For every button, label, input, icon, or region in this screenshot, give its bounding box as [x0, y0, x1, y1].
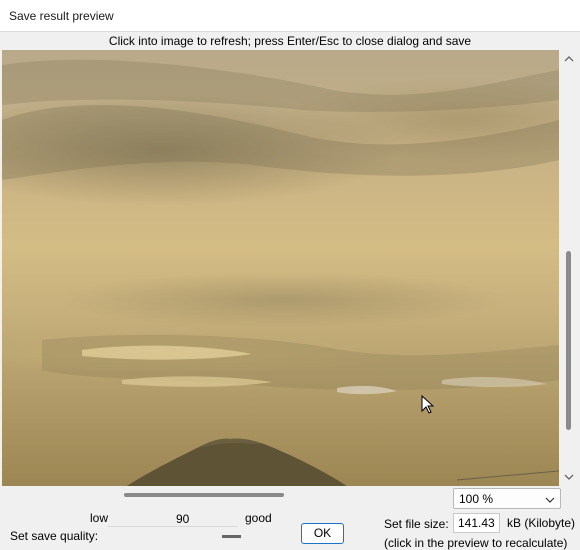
zoom-value: 100 %	[459, 492, 494, 506]
horizontal-scrollbar-thumb[interactable]	[124, 493, 284, 497]
image-preview[interactable]	[2, 50, 559, 486]
scrollbar-thumb[interactable]	[566, 251, 571, 430]
instruction-text: Click into image to refresh; press Enter…	[108, 34, 472, 48]
quality-slider-thumb[interactable]	[222, 535, 241, 538]
chevron-up-icon[interactable]	[560, 50, 578, 68]
file-size-note: (click in the preview to recalculate)	[384, 536, 568, 550]
file-size-label: Set file size:	[384, 517, 449, 531]
quality-low-label: low	[90, 511, 109, 525]
zoom-select[interactable]: 100 %	[453, 488, 561, 509]
quality-slider-track[interactable]	[108, 526, 238, 527]
window-title: Save result preview	[9, 9, 114, 23]
quality-label: Set save quality:	[10, 529, 99, 543]
chevron-down-icon[interactable]	[560, 468, 578, 486]
quality-good-label: good	[245, 511, 272, 525]
chevron-down-icon	[544, 494, 556, 508]
mouse-pointer-icon	[421, 394, 435, 414]
file-size-unit: kB (Kilobyte)	[507, 516, 576, 530]
title-bar: Save result preview	[0, 0, 580, 32]
ok-button[interactable]: OK	[301, 523, 344, 544]
file-size-input[interactable]	[453, 513, 500, 533]
sky-mountain-photo	[2, 59, 559, 486]
quality-value: 90	[176, 512, 190, 526]
vertical-scrollbar[interactable]	[560, 50, 578, 486]
